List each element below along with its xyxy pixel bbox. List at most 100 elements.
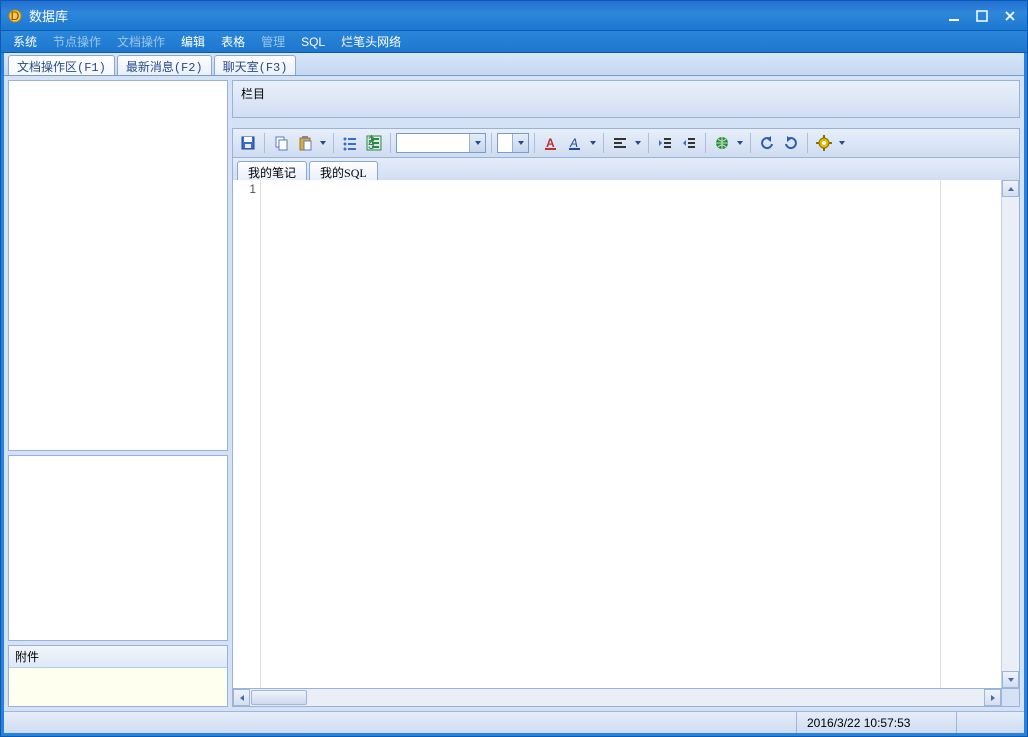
menu-system[interactable]: 系统 — [7, 31, 43, 52]
separator — [491, 133, 492, 153]
titlebar: D 数据库 — [1, 1, 1027, 31]
redo-button[interactable] — [780, 132, 802, 154]
highlight-icon: A — [567, 135, 583, 151]
minimize-button[interactable] — [943, 7, 965, 25]
indent-icon — [681, 135, 697, 151]
attachments-header: 附件 — [9, 646, 227, 668]
tree-panel[interactable] — [8, 80, 228, 451]
undo-button[interactable] — [756, 132, 778, 154]
align-dropdown[interactable] — [633, 141, 643, 145]
font-color-icon: A — [543, 135, 559, 151]
menu-edit[interactable]: 编辑 — [175, 31, 211, 52]
horizontal-scrollbar[interactable] — [232, 689, 1020, 707]
tab-my-sql[interactable]: 我的SQL — [309, 161, 378, 180]
paste-button[interactable] — [294, 132, 316, 154]
text-editor[interactable] — [261, 180, 1001, 688]
column-header-label: 栏目 — [241, 87, 265, 101]
svg-text:A: A — [546, 136, 555, 150]
left-sidebar: 附件 — [4, 76, 232, 711]
numbering-button[interactable]: 123 — [363, 132, 385, 154]
app-icon: D — [7, 8, 23, 24]
separator — [648, 133, 649, 153]
attachments-panel: 附件 — [8, 645, 228, 707]
separator — [603, 133, 604, 153]
tab-my-notes[interactable]: 我的笔记 — [237, 161, 307, 180]
separator — [264, 133, 265, 153]
editor-area: 1 — [232, 180, 1020, 689]
redo-icon — [783, 135, 799, 151]
svg-text:A: A — [569, 136, 578, 150]
tab-latest-news[interactable]: 最新消息(F2) — [117, 55, 212, 75]
gear-icon — [816, 135, 832, 151]
separator — [705, 133, 706, 153]
scroll-down-icon[interactable] — [1002, 671, 1019, 688]
globe-icon — [714, 135, 730, 151]
link-button[interactable] — [711, 132, 733, 154]
save-icon — [240, 135, 256, 151]
window-title: 数据库 — [29, 6, 943, 25]
app-window: D 数据库 系统 节点操作 文档操作 编辑 表格 管理 SQL 烂笔头网络 文档… — [0, 0, 1028, 737]
align-left-icon — [612, 135, 628, 151]
settings-dropdown[interactable] — [837, 141, 847, 145]
column-header: 栏目 — [232, 80, 1020, 118]
menu-doc-ops: 文档操作 — [111, 31, 171, 52]
indent-button[interactable] — [678, 132, 700, 154]
preview-panel[interactable] — [8, 455, 228, 641]
bullets-button[interactable] — [339, 132, 361, 154]
scroll-corner — [1001, 689, 1019, 706]
separator — [390, 133, 391, 153]
spacer — [232, 118, 1020, 128]
numbering-icon: 123 — [366, 135, 382, 151]
undo-icon — [759, 135, 775, 151]
window-controls — [943, 7, 1021, 25]
scroll-right-icon[interactable] — [984, 689, 1001, 706]
style-combo[interactable] — [396, 133, 486, 153]
margin-guide — [940, 180, 941, 688]
workspace: 文档操作区(F1) 最新消息(F2) 聊天室(F3) 附件 栏目 — [1, 53, 1027, 736]
menubar: 系统 节点操作 文档操作 编辑 表格 管理 SQL 烂笔头网络 — [1, 31, 1027, 53]
copy-icon — [273, 135, 289, 151]
separator — [333, 133, 334, 153]
chevron-down-icon — [512, 134, 528, 152]
hscroll-thumb[interactable] — [251, 690, 307, 705]
line-gutter: 1 — [233, 180, 261, 688]
attachments-body[interactable] — [9, 668, 227, 706]
status-empty — [956, 712, 1016, 733]
right-area: 栏目 — [232, 76, 1024, 711]
menu-node-ops: 节点操作 — [47, 31, 107, 52]
menu-table[interactable]: 表格 — [215, 31, 251, 52]
close-button[interactable] — [999, 7, 1021, 25]
status-datetime: 2016/3/22 10:57:53 — [796, 712, 956, 733]
highlight-button[interactable]: A — [564, 132, 586, 154]
vscroll-track[interactable] — [1002, 197, 1019, 671]
editor-toolbar: 123 A A — [232, 128, 1020, 158]
link-dropdown[interactable] — [735, 141, 745, 145]
menu-sql[interactable]: SQL — [295, 33, 331, 51]
chevron-down-icon — [469, 134, 485, 152]
scroll-up-icon[interactable] — [1002, 180, 1019, 197]
maximize-button[interactable] — [971, 7, 993, 25]
paste-icon — [297, 135, 313, 151]
svg-text:D: D — [11, 9, 20, 23]
hscroll-track[interactable] — [308, 689, 984, 706]
separator — [534, 133, 535, 153]
settings-button[interactable] — [813, 132, 835, 154]
tab-document-area[interactable]: 文档操作区(F1) — [8, 55, 115, 75]
statusbar: 2016/3/22 10:57:53 — [4, 711, 1024, 733]
outdent-button[interactable] — [654, 132, 676, 154]
bullets-icon — [342, 135, 358, 151]
separator — [807, 133, 808, 153]
font-color-button[interactable]: A — [540, 132, 562, 154]
outdent-icon — [657, 135, 673, 151]
paste-dropdown[interactable] — [318, 141, 328, 145]
menu-network[interactable]: 烂笔头网络 — [335, 31, 407, 52]
size-combo[interactable] — [497, 133, 529, 153]
highlight-dropdown[interactable] — [588, 141, 598, 145]
copy-button[interactable] — [270, 132, 292, 154]
save-button[interactable] — [237, 132, 259, 154]
vertical-scrollbar[interactable] — [1001, 180, 1019, 688]
line-number: 1 — [237, 182, 256, 196]
align-button[interactable] — [609, 132, 631, 154]
tab-chatroom[interactable]: 聊天室(F3) — [214, 55, 297, 75]
scroll-left-icon[interactable] — [233, 689, 250, 706]
